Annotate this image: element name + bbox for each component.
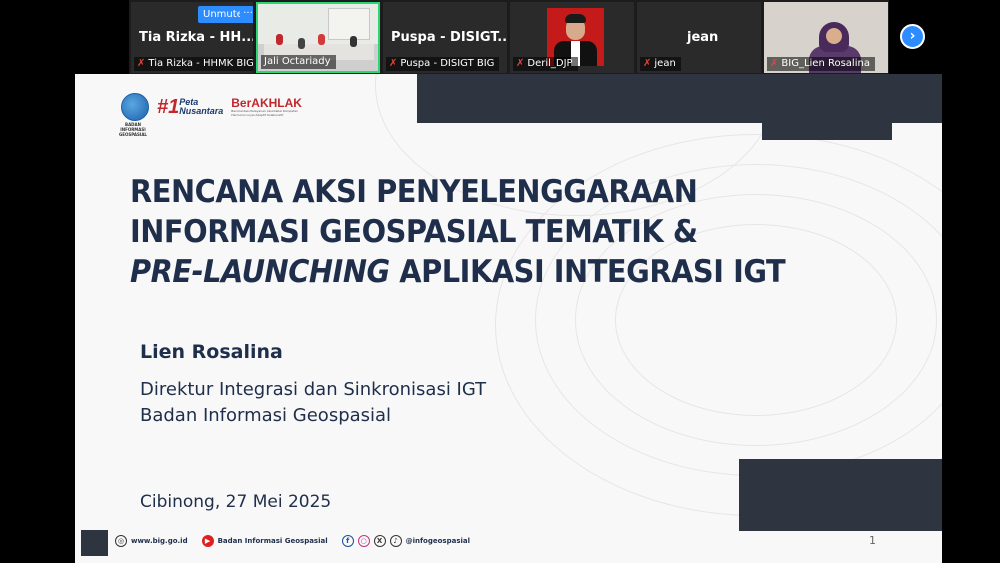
mic-muted-icon: ✗: [643, 58, 652, 69]
slide-footer: ◎ www.big.go.id ▶ Badan Informasi Geospa…: [115, 535, 470, 547]
slide-title: RENCANA AKSI PENYELENGGARAAN INFORMASI G…: [130, 174, 786, 290]
participant-display-name: Tia Rizka - HH...: [139, 30, 253, 45]
participant-tile-jali[interactable]: Jali Octariady: [256, 2, 380, 73]
participant-strip: Tia Rizka - HH... Unmute ··· ✗ Tia Rizka…: [129, 0, 889, 74]
participant-name-tag: ✗ Puspa - DISIGT BIG: [386, 57, 500, 71]
decor-block-corner: [81, 530, 108, 556]
mic-muted-icon: ✗: [389, 58, 398, 69]
footer-website: www.big.go.id: [131, 537, 188, 545]
next-page-button[interactable]: ›: [900, 24, 925, 49]
berakhlak-logo: BerAKHLAK Berorientasi Pelayanan Akuntab…: [231, 96, 302, 117]
tiktok-icon: ♪: [389, 535, 402, 547]
chevron-right-icon: ›: [909, 28, 916, 44]
participant-tag-label: BIG_Lien Rosalina: [781, 58, 870, 69]
video-person: [318, 34, 325, 45]
video-window: [328, 8, 370, 40]
decor-block-sub: [762, 123, 892, 140]
big-logo-caption: BADAN INFORMASI GEOSPASIAL: [119, 122, 147, 137]
avatar-hair: [565, 14, 586, 23]
speaker-role: Direktur Integrasi dan Sinkronisasi IGT …: [140, 379, 487, 426]
more-options-button[interactable]: ···: [240, 6, 253, 23]
page-number: 1: [869, 534, 876, 547]
instagram-icon: ○: [357, 535, 370, 547]
participant-name-tag: ✗ Tia Rizka - HHMK BIG: [134, 57, 253, 71]
participant-name-tag: Jali Octariady: [261, 55, 336, 69]
participant-tile-puspa[interactable]: Puspa - DISIGT... ✗ Puspa - DISIGT BIG: [383, 2, 507, 73]
decor-block-top: [417, 74, 942, 123]
participant-tag-label: Puspa - DISIGT BIG: [400, 58, 495, 69]
big-logo-icon: [121, 93, 149, 121]
x-icon: X: [373, 535, 386, 547]
globe-icon: ◎: [115, 535, 127, 547]
video-person: [350, 36, 357, 47]
footer-social: @infogeospasial: [405, 537, 471, 545]
video-person: [276, 34, 283, 45]
footer-youtube: Badan Informasi Geospasial: [217, 537, 328, 545]
mic-muted-icon: ✗: [516, 58, 525, 69]
participant-tag-label: Deril_DJP: [527, 58, 573, 69]
participant-name-tag: ✗ jean: [640, 57, 681, 71]
facebook-icon: f: [341, 535, 354, 547]
participant-tile-jean[interactable]: jean ✗ jean: [637, 2, 761, 73]
participant-tile-deril[interactable]: ✗ Deril_DJP: [510, 2, 634, 73]
speaker-name: Lien Rosalina: [140, 341, 283, 363]
youtube-icon: ▶: [201, 535, 214, 547]
slide-date: Cibinong, 27 Mei 2025: [140, 492, 332, 512]
participant-tile-tia[interactable]: Tia Rizka - HH... Unmute ··· ✗ Tia Rizka…: [131, 2, 253, 73]
mic-muted-icon: ✗: [137, 58, 146, 69]
mic-muted-icon: ✗: [770, 58, 779, 69]
video-person: [298, 38, 305, 49]
participant-tag-label: Tia Rizka - HHMK BIG: [148, 58, 253, 69]
peta-nusantara-logo: #1 Peta Nusantara: [157, 95, 224, 118]
participant-name-tag: ✗ Deril_DJP: [513, 57, 578, 71]
participant-name-tag: ✗ BIG_Lien Rosalina: [767, 57, 875, 71]
participant-display-name: jean: [687, 30, 719, 45]
slide-logos: #1 Peta Nusantara BerAKHLAK Berorientasi…: [121, 93, 302, 121]
video-person-face: [826, 28, 842, 44]
shared-slide: #1 Peta Nusantara BerAKHLAK Berorientasi…: [75, 74, 942, 563]
decor-block-right: [739, 459, 942, 531]
participant-tile-lien[interactable]: ✗ BIG_Lien Rosalina: [764, 2, 888, 73]
participant-tag-label: jean: [654, 58, 676, 69]
participant-tag-label: Jali Octariady: [264, 56, 331, 67]
participant-display-name: Puspa - DISIGT...: [391, 30, 507, 45]
